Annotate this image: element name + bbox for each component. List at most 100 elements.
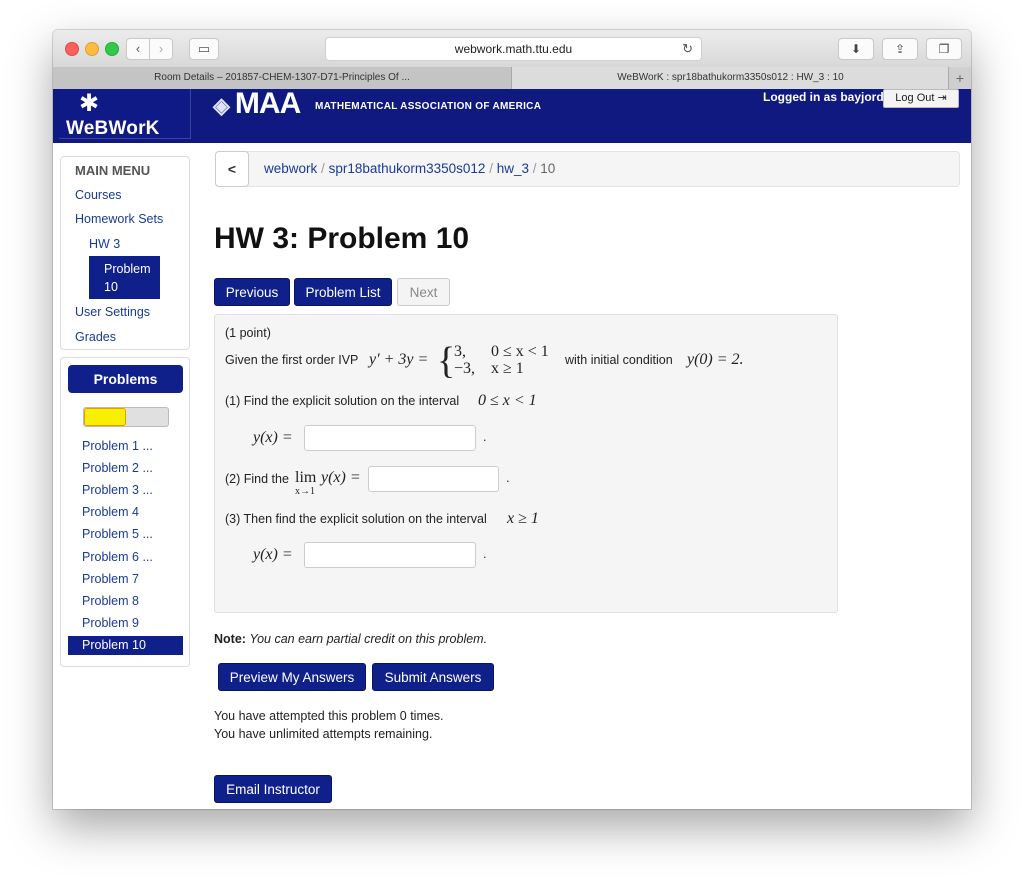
menu-item-grades[interactable]: Grades	[75, 330, 116, 344]
brace-glyph: {	[437, 340, 456, 382]
forward-icon[interactable]: ›	[149, 38, 173, 60]
period: .	[483, 547, 487, 561]
zoom-window-button[interactable]	[105, 42, 119, 56]
breadcrumb-webwork[interactable]: webwork	[264, 161, 317, 176]
problem-link[interactable]: Problem 6 ...	[82, 550, 153, 564]
part2-text: (2) Find the	[225, 472, 289, 486]
case2-condition: x ≥ 1	[491, 360, 524, 377]
tabs-overview-icon[interactable]: ❐	[926, 38, 962, 60]
tab-webwork[interactable]: WeBWorK : spr18bathukorm3350s012 : HW_3 …	[512, 67, 949, 89]
breadcrumb: < webwork / spr18bathukorm3350s012 / hw_…	[215, 151, 960, 187]
tab-bar: Room Details – 201857-CHEM-1307-D71-Prin…	[53, 67, 971, 90]
problem-link[interactable]: Problem 2 ...	[82, 461, 153, 475]
progress-bar	[83, 407, 169, 427]
problem-link[interactable]: Problem 7	[82, 572, 139, 586]
webwork-logo[interactable]: ✱ WeBWorK	[59, 89, 191, 139]
breadcrumb-set[interactable]: hw_3	[497, 161, 529, 176]
menu-item-problem-10[interactable]: Problem 10	[89, 256, 160, 299]
progress-bar-fill	[84, 408, 126, 426]
limit-operator: lim	[295, 469, 317, 486]
breadcrumb-path: webwork / spr18bathukorm3350s012 / hw_3 …	[264, 161, 555, 176]
email-instructor-button[interactable]: Email Instructor	[214, 775, 332, 803]
part1-interval: 0 ≤ x < 1	[478, 392, 537, 409]
answer-input-3[interactable]	[304, 542, 476, 568]
minimize-window-button[interactable]	[85, 42, 99, 56]
maa-subtitle: MATHEMATICAL ASSOCIATION OF AMERICA	[315, 101, 542, 112]
problem-list-button[interactable]: Problem List	[294, 278, 392, 306]
tab-room-details[interactable]: Room Details – 201857-CHEM-1307-D71-Prin…	[53, 67, 512, 89]
part3-label: y(x) =	[253, 546, 293, 563]
breadcrumb-separator: /	[489, 161, 497, 176]
breadcrumb-back-button[interactable]: <	[215, 151, 249, 187]
partial-credit-note: Note: You can earn partial credit on thi…	[214, 632, 487, 646]
maa-logo[interactable]: ◈ MAA	[213, 87, 301, 121]
problem-given-text: Given the first order IVP	[225, 353, 359, 367]
next-button[interactable]: Next	[397, 278, 450, 306]
problem-link[interactable]: Problem 1 ...	[82, 439, 153, 453]
attempts-info: You have attempted this problem 0 times.…	[214, 707, 444, 743]
problem-link[interactable]: Problem 4	[82, 505, 139, 519]
new-tab-icon[interactable]: +	[948, 67, 971, 89]
address-bar[interactable]: webwork.math.ttu.edu ↻	[325, 37, 702, 61]
answer-input-1[interactable]	[304, 425, 476, 451]
preview-answers-button[interactable]: Preview My Answers	[218, 663, 366, 691]
part1-label: y(x) =	[253, 429, 293, 446]
case1-condition: 0 ≤ x < 1	[491, 343, 549, 360]
breadcrumb-current: 10	[540, 161, 556, 176]
ivp-lhs: y′ + 3y =	[369, 351, 429, 368]
part2-expression: y(x) =	[321, 469, 361, 486]
menu-item-homework-sets[interactable]: Homework Sets	[75, 212, 163, 226]
main-menu-title: MAIN MENU	[75, 163, 151, 178]
period: .	[483, 430, 487, 444]
note-label: Note:	[214, 632, 246, 646]
site-header: ✱ WeBWorK ◈ MAA MATHEMATICAL ASSOCIATION …	[53, 87, 971, 143]
part3-interval: x ≥ 1	[507, 510, 539, 527]
case1-value: 3,	[454, 343, 466, 360]
logo-text: WeBWorK	[66, 118, 160, 139]
previous-button[interactable]: Previous	[214, 278, 290, 306]
breadcrumb-course[interactable]: spr18bathukorm3350s012	[329, 161, 486, 176]
problem-link-active[interactable]: Problem 10	[68, 636, 183, 655]
limit-subscript: x→1	[295, 486, 315, 497]
menu-item-user-settings[interactable]: User Settings	[75, 305, 150, 319]
problem-link[interactable]: Problem 3 ...	[82, 483, 153, 497]
problem-points: (1 point)	[225, 326, 271, 340]
problems-panel-title: Problems	[68, 365, 183, 393]
download-icon[interactable]: ⬇	[838, 38, 874, 60]
answer-input-2[interactable]	[368, 466, 499, 492]
submit-answers-button[interactable]: Submit Answers	[372, 663, 494, 691]
menu-item-courses[interactable]: Courses	[75, 188, 122, 202]
logout-label: Log Out	[895, 92, 935, 104]
share-icon[interactable]: ⇪	[882, 38, 918, 60]
note-text: You can earn partial credit on this prob…	[249, 632, 488, 646]
initial-condition-text: with initial condition	[565, 353, 673, 367]
sidebar-toggle-icon[interactable]: ▭	[189, 38, 219, 60]
menu-item-hw3[interactable]: HW 3	[89, 237, 120, 251]
part1-text: (1) Find the explicit solution on the in…	[225, 394, 460, 408]
attempts-remaining: You have unlimited attempts remaining.	[214, 727, 433, 741]
maa-emblem-icon: ◈	[213, 93, 230, 118]
problem-box: (1 point) Given the first order IVP y′ +…	[214, 314, 838, 613]
main-menu: MAIN MENU Courses Homework Sets HW 3 Pro…	[60, 156, 190, 350]
back-icon[interactable]: ‹	[126, 38, 150, 60]
maa-text: MAA	[234, 87, 301, 120]
star-icon: ✱	[79, 90, 100, 117]
logout-icon: ⇥	[937, 92, 947, 104]
page-title: HW 3: Problem 10	[214, 222, 470, 255]
problem-link[interactable]: Problem 5 ...	[82, 527, 153, 541]
reload-icon[interactable]: ↻	[682, 38, 693, 60]
part3-text: (3) Then find the explicit solution on t…	[225, 512, 487, 526]
logout-button[interactable]: Log Out ⇥	[883, 89, 959, 108]
case2-value: −3,	[454, 360, 476, 377]
initial-condition: y(0) = 2.	[687, 351, 744, 368]
problem-link[interactable]: Problem 9	[82, 616, 139, 630]
piecewise-conditions: 0 ≤ x < 1 x ≥ 1	[491, 343, 549, 377]
browser-window: ‹ › ▭ webwork.math.ttu.edu ↻ ⬇ ⇪ ❐ Room …	[53, 30, 971, 809]
breadcrumb-separator: /	[321, 161, 329, 176]
attempts-count: You have attempted this problem 0 times.	[214, 709, 444, 723]
problems-panel: Problems Problem 1 ... Problem 2 ... Pro…	[60, 357, 190, 667]
piecewise-values: 3, −3,	[454, 343, 475, 377]
problem-link[interactable]: Problem 8	[82, 594, 139, 608]
close-window-button[interactable]	[65, 42, 79, 56]
url-text: webwork.math.ttu.edu	[454, 42, 573, 56]
